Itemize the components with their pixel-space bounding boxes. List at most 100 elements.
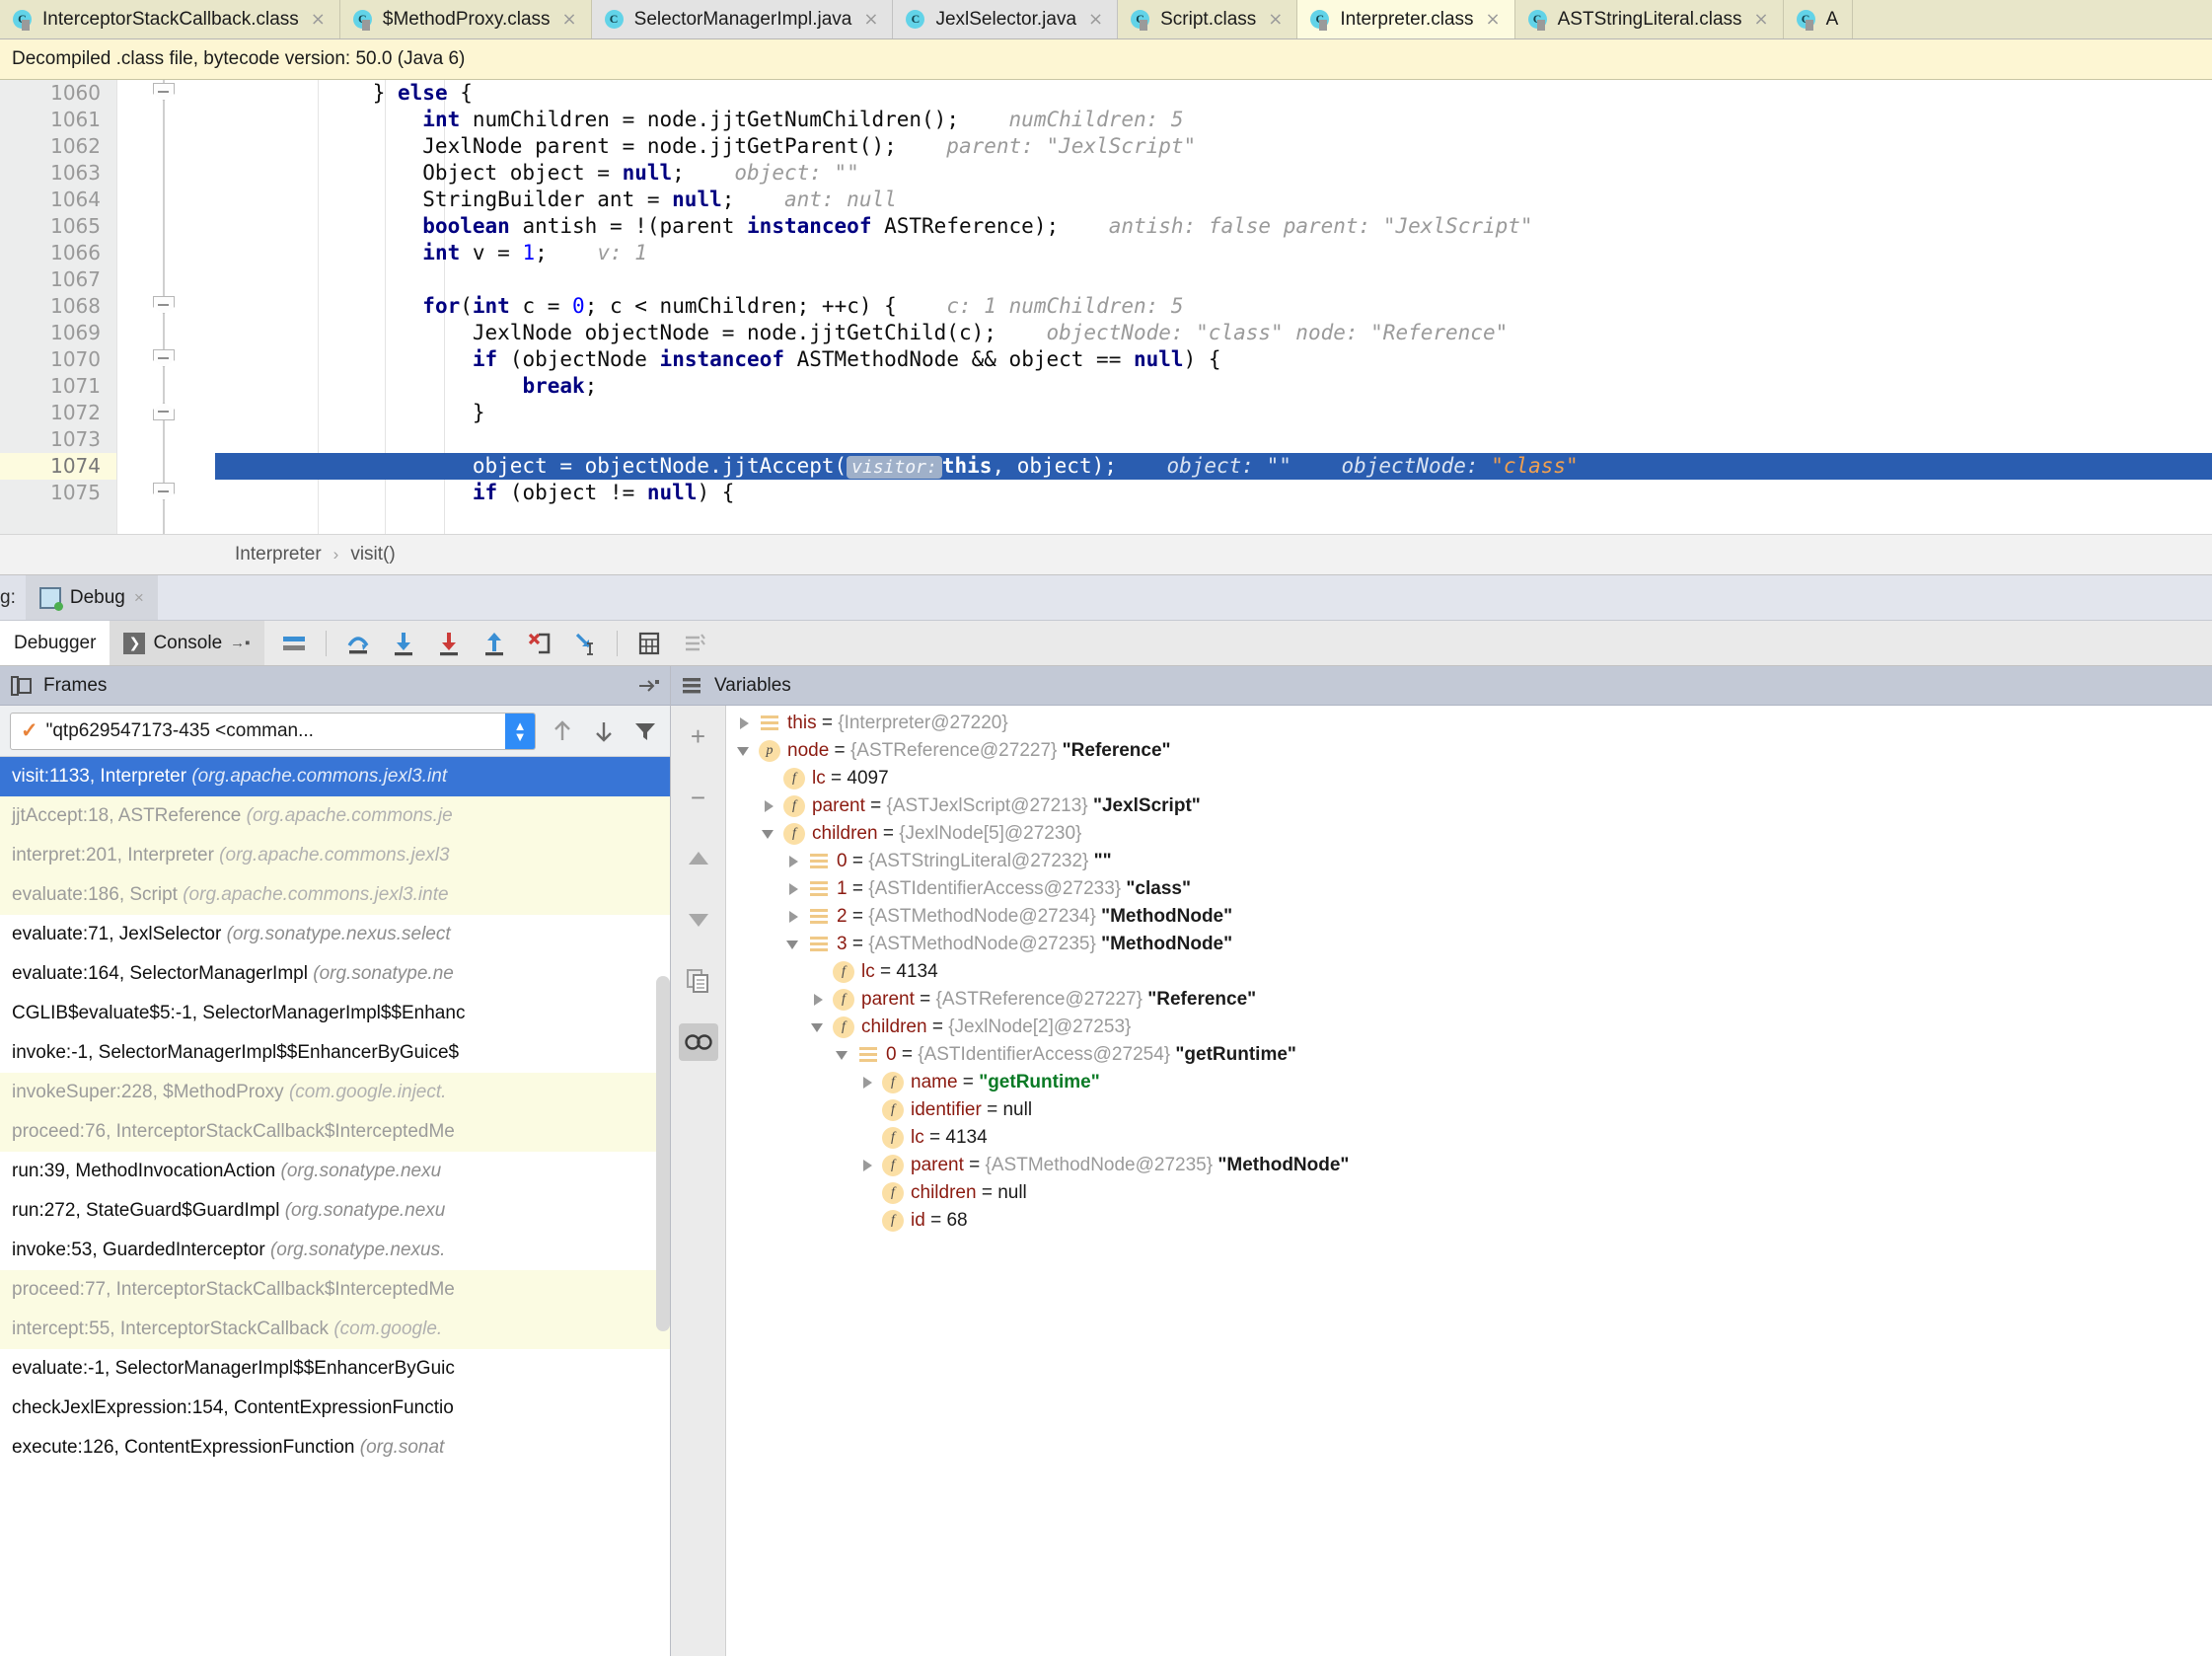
frame-item[interactable]: checkJexlExpression:154, ContentExpressi… xyxy=(0,1389,670,1428)
editor-tab-7[interactable]: CA xyxy=(1783,0,1854,38)
code-folding-column[interactable] xyxy=(116,80,215,534)
fold-marker-icon[interactable] xyxy=(153,83,175,105)
line-number[interactable]: 1071 xyxy=(0,373,116,400)
editor-tab-0[interactable]: C InterceptorStackCallback.class × xyxy=(0,0,340,38)
close-icon[interactable]: × xyxy=(1088,9,1103,30)
variable-row[interactable]: 3 = {ASTMethodNode@27235} "MethodNode" xyxy=(726,931,2212,958)
frame-item[interactable]: execute:126, ContentExpressionFunction (… xyxy=(0,1428,670,1468)
fold-marker-icon[interactable] xyxy=(153,403,175,424)
breadcrumb-item[interactable]: Interpreter xyxy=(235,544,322,565)
code-line[interactable] xyxy=(215,266,2212,293)
hide-panel-icon[interactable] xyxy=(636,674,660,698)
frame-item[interactable]: intercept:55, InterceptorStackCallback (… xyxy=(0,1310,670,1349)
code-editor[interactable]: 1060 1061 1062 1063 1064 1065 1066 1067 1068 1069… xyxy=(0,80,2212,534)
evaluate-expression-icon[interactable] xyxy=(635,630,663,657)
breadcrumb-item[interactable]: visit() xyxy=(350,544,395,565)
editor-tab-1[interactable]: C $MethodProxy.class × xyxy=(339,0,592,38)
variable-row[interactable]: 0 = {ASTStringLiteral@27232} "" xyxy=(726,848,2212,875)
line-number[interactable]: 1075 xyxy=(0,480,116,506)
arrow-down-icon[interactable] xyxy=(589,716,619,746)
frame-item[interactable]: evaluate:164, SelectorManagerImpl (org.s… xyxy=(0,954,670,994)
frames-scrollbar[interactable] xyxy=(656,976,670,1331)
line-number[interactable]: 1069 xyxy=(0,320,116,346)
filter-icon[interactable] xyxy=(630,716,660,746)
drop-frame-icon[interactable] xyxy=(526,630,553,657)
frame-item[interactable]: evaluate:71, JexlSelector (org.sonatype.… xyxy=(0,915,670,954)
code-line[interactable]: } else { xyxy=(215,80,2212,107)
debug-session-tab[interactable]: Debug × xyxy=(25,575,158,620)
arrow-up-icon[interactable] xyxy=(548,716,577,746)
variable-row[interactable]: f parent = {ASTJexlScript@27213} "JexlScr… xyxy=(726,792,2212,820)
step-into-icon[interactable] xyxy=(390,630,417,657)
chevron-right-icon[interactable] xyxy=(785,909,801,925)
editor-tab-5[interactable]: C Interpreter.class × xyxy=(1297,0,1515,38)
line-number[interactable]: 1070 xyxy=(0,346,116,373)
line-number-gutter[interactable]: 1060 1061 1062 1063 1064 1065 1066 1067 1068 1069… xyxy=(0,80,116,534)
frame-item[interactable]: invoke:-1, SelectorManagerImpl$$Enhancer… xyxy=(0,1033,670,1073)
variable-row[interactable]: f lc = 4097 xyxy=(726,765,2212,792)
code-line[interactable]: Object object = null; object: "" xyxy=(215,160,2212,187)
close-icon[interactable]: × xyxy=(863,9,878,30)
thread-selector[interactable]: ✓ "qtp629547173-435 <comman... ▲ ▼ xyxy=(10,712,536,750)
frame-item[interactable]: visit:1133, Interpreter (org.apache.comm… xyxy=(0,757,670,796)
close-icon[interactable]: × xyxy=(1268,9,1283,30)
chevron-down-icon[interactable] xyxy=(761,826,776,842)
frame-item[interactable]: evaluate:186, Script (org.apache.commons… xyxy=(0,875,670,915)
frames-list[interactable]: visit:1133, Interpreter (org.apache.comm… xyxy=(0,757,670,1656)
tab-debugger[interactable]: Debugger xyxy=(0,621,111,665)
arrow-up-icon[interactable] xyxy=(679,840,718,877)
editor-tab-4[interactable]: C Script.class × xyxy=(1118,0,1298,38)
code-line[interactable]: int numChildren = node.jjtGetNumChildren… xyxy=(215,107,2212,133)
line-number[interactable]: 1066 xyxy=(0,240,116,266)
run-to-cursor-icon[interactable] xyxy=(571,630,599,657)
editor-tab-3[interactable]: C JexlSelector.java × xyxy=(893,0,1119,38)
line-number[interactable]: 1065 xyxy=(0,213,116,240)
frame-item[interactable]: invokeSuper:228, $MethodProxy (com.googl… xyxy=(0,1073,670,1112)
chevron-down-icon[interactable] xyxy=(810,1019,826,1035)
code-text-area[interactable]: } else { int numChildren = node.jjtGetNu… xyxy=(215,80,2212,534)
chevron-right-icon[interactable] xyxy=(785,881,801,897)
close-icon[interactable]: × xyxy=(311,9,326,30)
frame-item[interactable]: run:272, StateGuard$GuardImpl (org.sonat… xyxy=(0,1191,670,1231)
fold-marker-icon[interactable] xyxy=(153,349,175,371)
settings-icon[interactable] xyxy=(681,630,708,657)
code-line[interactable] xyxy=(215,426,2212,453)
variable-row[interactable]: f children = null xyxy=(726,1179,2212,1207)
code-line[interactable]: int v = 1; v: 1 xyxy=(215,240,2212,266)
frame-item[interactable]: interpret:201, Interpreter (org.apache.c… xyxy=(0,836,670,875)
tab-console[interactable]: ❯ Console →▪ xyxy=(110,621,264,665)
fold-marker-icon[interactable] xyxy=(153,296,175,318)
variable-row[interactable]: p node = {ASTReference@27227} "Reference" xyxy=(726,737,2212,765)
frame-item[interactable]: proceed:77, InterceptorStackCallback$Int… xyxy=(0,1270,670,1310)
line-number[interactable]: 1064 xyxy=(0,187,116,213)
chevron-down-icon[interactable] xyxy=(785,937,801,952)
variable-row[interactable]: f lc = 4134 xyxy=(726,958,2212,986)
watches-icon[interactable] xyxy=(678,1023,718,1061)
chevron-right-icon[interactable] xyxy=(785,854,801,869)
code-line[interactable]: StringBuilder ant = null; ant: null xyxy=(215,187,2212,213)
variable-row[interactable]: 1 = {ASTIdentifierAccess@27233} "class" xyxy=(726,875,2212,903)
line-number[interactable]: 1067 xyxy=(0,266,116,293)
arrow-down-icon[interactable] xyxy=(679,901,718,939)
line-number[interactable]: 1072 xyxy=(0,400,116,426)
code-line[interactable]: break; xyxy=(215,373,2212,400)
chevron-right-icon[interactable] xyxy=(859,1075,875,1091)
line-number[interactable]: 1073 xyxy=(0,426,116,453)
code-line[interactable]: for(int c = 0; c < numChildren; ++c) { c… xyxy=(215,293,2212,320)
pin-tab-icon[interactable]: →▪ xyxy=(230,635,250,651)
show-execution-point-icon[interactable] xyxy=(280,630,308,657)
close-icon[interactable]: × xyxy=(562,9,577,30)
code-line[interactable]: } xyxy=(215,400,2212,426)
chevron-right-icon[interactable] xyxy=(810,992,826,1008)
editor-tab-6[interactable]: C ASTStringLiteral.class × xyxy=(1514,0,1784,38)
frame-item[interactable]: CGLIB$evaluate$5:-1, SelectorManagerImpl… xyxy=(0,994,670,1033)
chevron-down-icon[interactable] xyxy=(736,743,752,759)
chevron-right-icon[interactable] xyxy=(859,1158,875,1173)
breadcrumb[interactable]: Interpreter › visit() xyxy=(0,534,2212,575)
code-line[interactable]: JexlNode parent = node.jjtGetParent(); p… xyxy=(215,133,2212,160)
step-over-icon[interactable] xyxy=(344,630,372,657)
editor-tab-2[interactable]: C SelectorManagerImpl.java × xyxy=(591,0,894,38)
variable-row[interactable]: f children = {JexlNode[5]@27230} xyxy=(726,820,2212,848)
frame-item[interactable]: proceed:76, InterceptorStackCallback$Int… xyxy=(0,1112,670,1152)
variable-row[interactable]: 0 = {ASTIdentifierAccess@27254} "getRunt… xyxy=(726,1041,2212,1069)
